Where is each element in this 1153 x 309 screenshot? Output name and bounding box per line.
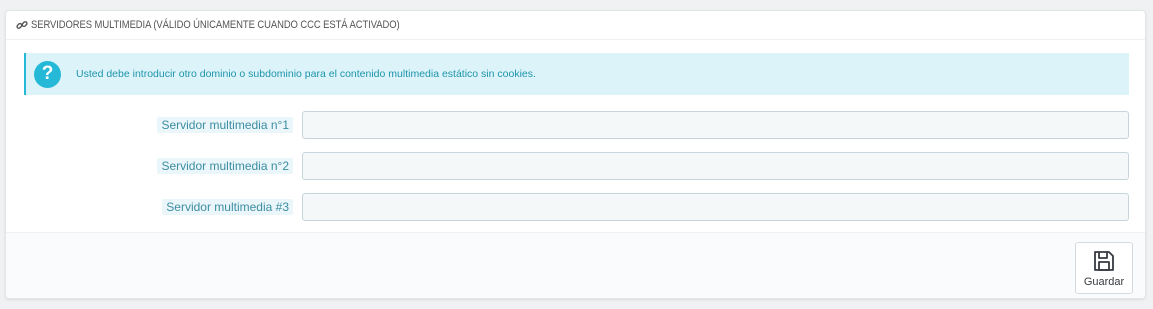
alert-text: Usted debe introducir otro dominio o sub… (76, 68, 536, 80)
media-server-2-label: Servidor multimedia n°2 (157, 158, 293, 174)
info-alert: ? Usted debe introducir otro dominio o s… (24, 53, 1129, 95)
form-row-media-server-3: Servidor multimedia #3 (6, 193, 1145, 221)
media-server-3-input[interactable] (302, 193, 1129, 221)
save-icon (1092, 249, 1116, 273)
help-icon: ? (34, 60, 61, 88)
media-server-1-label: Servidor multimedia n°1 (157, 117, 293, 133)
link-icon (15, 18, 29, 32)
form-row-media-server-1: Servidor multimedia n°1 (6, 111, 1145, 139)
panel-footer: Guardar (6, 232, 1145, 298)
form-row-media-server-2: Servidor multimedia n°2 (6, 152, 1145, 180)
panel-heading: SERVIDORES MULTIMEDIA (VÁLIDO ÚNICAMENTE… (6, 11, 1145, 40)
save-button[interactable]: Guardar (1075, 242, 1133, 294)
media-server-3-label: Servidor multimedia #3 (162, 199, 293, 215)
save-button-label: Guardar (1083, 275, 1125, 288)
media-server-1-input[interactable] (302, 111, 1129, 139)
media-server-2-input[interactable] (302, 152, 1129, 180)
panel-title: SERVIDORES MULTIMEDIA (VÁLIDO ÚNICAMENTE… (31, 19, 400, 31)
media-servers-panel: SERVIDORES MULTIMEDIA (VÁLIDO ÚNICAMENTE… (5, 10, 1146, 299)
